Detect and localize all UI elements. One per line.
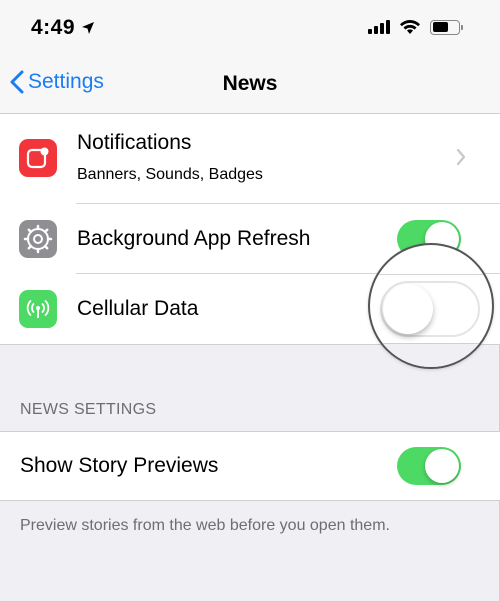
cellular-antenna-icon [19,290,57,328]
magnifier-separator [370,274,492,275]
toggle-knob [383,284,433,334]
toggle-knob [425,449,459,483]
cellular-signal-icon [368,20,390,34]
notifications-icon [19,139,57,177]
magnifier-callout [368,243,494,369]
location-arrow-icon [82,22,95,34]
status-time: 4:49 [31,16,76,39]
notifications-label: Notifications [77,131,192,154]
notifications-row[interactable]: Notifications Banners, Sounds, Badges [0,114,500,204]
show-story-previews-label: Show Story Previews [20,454,219,477]
show-story-previews-row: Show Story Previews [0,432,500,502]
cellular-data-label: Cellular Data [77,297,199,320]
battery-icon [430,19,463,35]
wifi-icon [400,19,420,34]
background-app-refresh-label: Background App Refresh [77,227,311,250]
story-previews-footer: Preview stories from the web before you … [20,517,390,534]
news-settings-header: NEWS SETTINGS [20,401,157,418]
status-indicators [368,19,463,35]
chevron-right-icon [456,148,466,166]
navigation-bar: Settings News [0,56,500,114]
status-time-wrap: 4:49 [31,16,95,40]
magnifier-background [370,343,492,367]
show-story-previews-toggle[interactable] [397,447,461,485]
page-title: News [222,72,278,95]
news-settings-group: Show Story Previews [0,431,500,501]
status-bar: 4:49 [0,0,500,56]
cellular-data-toggle[interactable] [380,281,480,337]
gear-icon [19,220,57,258]
notifications-sublabel: Banners, Sounds, Badges [77,166,263,183]
